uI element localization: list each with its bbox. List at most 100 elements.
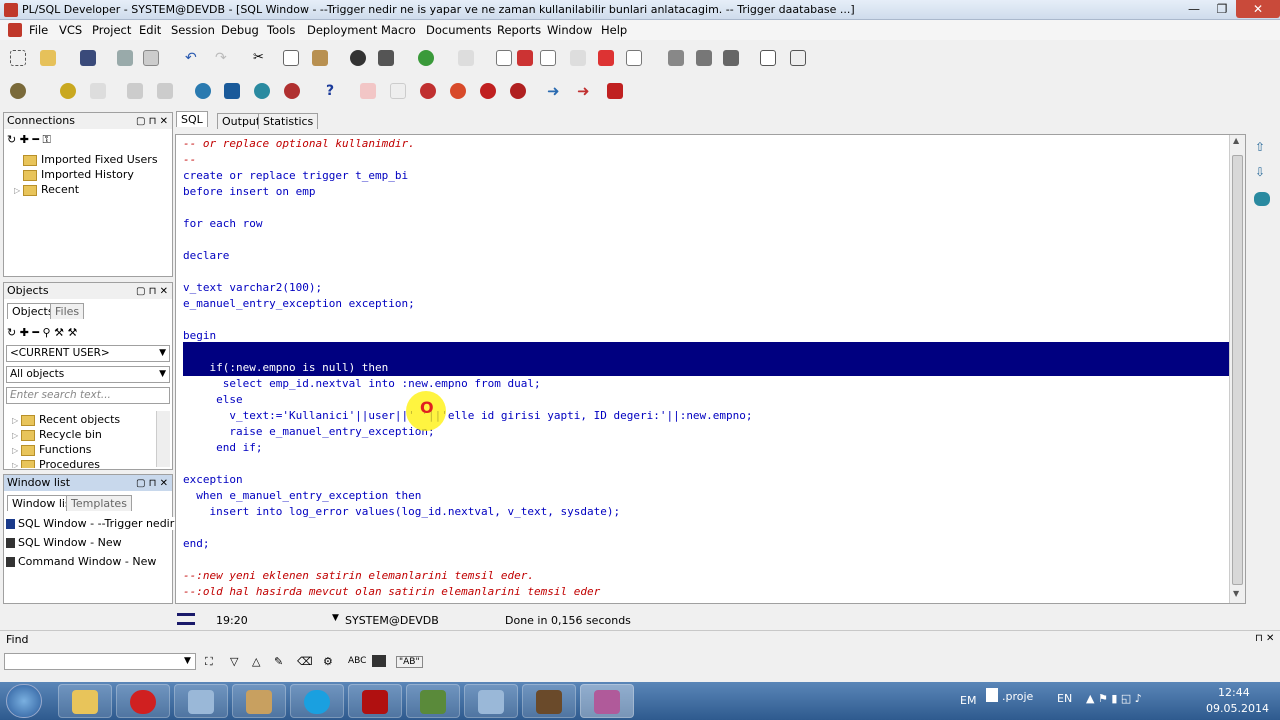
sql-editor[interactable]: -- or replace optional kullanimdir. -- c…: [175, 134, 1246, 604]
breakpoint-icon[interactable]: [360, 83, 376, 99]
step-into-icon[interactable]: [450, 83, 466, 99]
stop-icon[interactable]: [90, 83, 106, 99]
execute-icon[interactable]: [418, 50, 434, 66]
arrow-up-icon[interactable]: ⇧: [1255, 140, 1265, 154]
taskbar-plsql-developer[interactable]: [580, 684, 634, 718]
menu-vcs[interactable]: VCS: [59, 23, 82, 37]
menu-macro[interactable]: Macro: [381, 23, 416, 37]
replace-icon[interactable]: [378, 50, 394, 66]
close-button[interactable]: ✕: [1236, 0, 1280, 18]
tab-statistics[interactable]: Statistics: [258, 113, 319, 129]
help-icon[interactable]: ?: [322, 83, 338, 99]
arrow-down-icon[interactable]: ⇩: [1255, 165, 1265, 179]
taskbar-skype[interactable]: [290, 684, 344, 718]
language-indicator[interactable]: EM: [960, 694, 976, 707]
taskbar-explorer[interactable]: [58, 684, 112, 718]
regex-button[interactable]: "AB": [396, 656, 423, 668]
objects-scrollbar[interactable]: [156, 411, 170, 467]
menu-reports[interactable]: Reports: [497, 23, 541, 37]
diagram-icon[interactable]: [696, 50, 712, 66]
chevron-down-icon[interactable]: ▼: [184, 656, 191, 666]
match-case-button[interactable]: ABC: [348, 656, 366, 666]
panel-controls-icon[interactable]: ▢ ⊓ ✕: [136, 114, 168, 130]
pin-icon[interactable]: ⊓ ✕: [1255, 633, 1274, 644]
step-out-icon[interactable]: [510, 83, 526, 99]
redo-icon[interactable]: ↷: [215, 50, 231, 66]
clear-icon[interactable]: [390, 83, 406, 99]
taskbar-java-ee[interactable]: [522, 684, 576, 718]
print-preview-icon[interactable]: [143, 50, 159, 66]
db-disconnect-icon[interactable]: [284, 83, 300, 99]
connections-toolbar[interactable]: ↻ ✚ ━ ⚿: [7, 133, 51, 147]
sql-icon[interactable]: [224, 83, 240, 99]
find-icon[interactable]: [350, 50, 366, 66]
find-prev-icon[interactable]: △: [252, 655, 260, 668]
document-icon[interactable]: [986, 688, 998, 702]
db-icon[interactable]: [1254, 192, 1270, 206]
tile-icon[interactable]: [790, 50, 806, 66]
window-list-item[interactable]: SQL Window - New: [6, 536, 122, 549]
undo-icon[interactable]: ↶: [185, 50, 201, 66]
new-icon[interactable]: [10, 50, 26, 66]
start-button[interactable]: [6, 684, 42, 718]
highlight-icon[interactable]: ✎: [274, 655, 283, 668]
taskbar-virtualbox[interactable]: [174, 684, 228, 718]
tree-item-functions[interactable]: ▷ Functions: [12, 443, 92, 456]
cut-icon[interactable]: ✂: [253, 50, 269, 66]
arrow-right-red-icon[interactable]: ➜: [577, 83, 593, 99]
tree-item-imported-fixed-users[interactable]: Imported Fixed Users: [14, 153, 158, 166]
chevron-down-icon[interactable]: ▼: [332, 613, 339, 623]
export-icon[interactable]: [458, 50, 474, 66]
tree-item-recent[interactable]: ▷ Recent: [14, 183, 79, 196]
gear-icon[interactable]: [60, 83, 76, 99]
menu-window[interactable]: Window: [547, 23, 592, 37]
tab-sql[interactable]: SQL: [176, 111, 208, 127]
open-icon[interactable]: [40, 50, 56, 66]
commit-icon[interactable]: [127, 83, 143, 99]
properties-icon[interactable]: [626, 50, 642, 66]
taskbar-opera[interactable]: [116, 684, 170, 718]
tray-icons[interactable]: ▲ ⚑ ▮ ◱ ♪: [1086, 692, 1142, 705]
taskbar-virtualbox-2[interactable]: [464, 684, 518, 718]
clock-date[interactable]: 09.05.2014: [1206, 702, 1269, 715]
stop-debug-icon[interactable]: [607, 83, 623, 99]
tab-templates[interactable]: Templates: [66, 495, 132, 511]
search-input[interactable]: Enter search text...: [6, 387, 170, 404]
find-input[interactable]: [4, 653, 196, 670]
menu-deployment[interactable]: Deployment: [307, 23, 377, 37]
schema-icon[interactable]: [668, 50, 684, 66]
find-next-icon[interactable]: ▽: [230, 655, 238, 668]
window-list-item[interactable]: Command Window - New: [6, 555, 156, 568]
tree-item-recent-objects[interactable]: ▷ Recent objects: [12, 413, 120, 426]
keyboard-language[interactable]: EN: [1057, 692, 1072, 705]
debug-run-icon[interactable]: [420, 83, 436, 99]
copy-icon[interactable]: [283, 50, 299, 66]
document-icon[interactable]: [8, 23, 22, 37]
taskbar-acrobat[interactable]: [348, 684, 402, 718]
menu-file[interactable]: File: [29, 23, 48, 37]
close-doc-icon[interactable]: [517, 50, 533, 66]
tree-item-procedures[interactable]: ▷ Procedures: [12, 458, 100, 468]
step-over-icon[interactable]: [480, 83, 496, 99]
delete-icon[interactable]: [598, 50, 614, 66]
menu-edit[interactable]: Edit: [139, 23, 161, 37]
object-type-combo[interactable]: All objects ▼: [6, 366, 170, 383]
taskbar-doc-label[interactable]: .proje: [1002, 690, 1033, 703]
maximize-button[interactable]: ❐: [1208, 0, 1236, 18]
menu-project[interactable]: Project: [92, 23, 131, 37]
rollback-icon[interactable]: [157, 83, 173, 99]
db-connect-icon[interactable]: [254, 83, 270, 99]
report-icon[interactable]: [496, 50, 512, 66]
menu-debug[interactable]: Debug: [221, 23, 259, 37]
panel-controls-icon[interactable]: ▢ ⊓ ✕: [136, 284, 168, 300]
options-icon[interactable]: ⚙: [323, 655, 333, 668]
taskbar-toad[interactable]: [406, 684, 460, 718]
paste-icon[interactable]: [312, 50, 328, 66]
binoculars-icon[interactable]: ⛶: [205, 655, 213, 669]
clock-time[interactable]: 12:44: [1218, 686, 1250, 699]
editor-scrollbar[interactable]: ▲ ▼: [1229, 135, 1245, 603]
menu-session[interactable]: Session: [171, 23, 215, 37]
arrow-right-blue-icon[interactable]: ➜: [547, 83, 563, 99]
open-doc-icon[interactable]: [540, 50, 556, 66]
connection-status[interactable]: SYSTEM@DEVDB: [345, 614, 439, 627]
